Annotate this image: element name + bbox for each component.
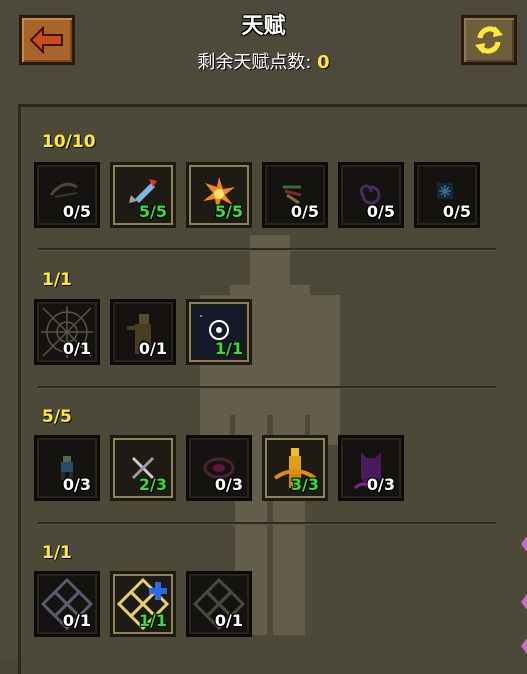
talent-points-label: 剩余天赋点数: [197,52,312,73]
talent-rank: 0/1 [138,339,167,358]
talent-slot[interactable]: 0/5 [34,162,100,228]
talent-rank: 0/5 [366,202,395,221]
talent-rank: 0/5 [442,202,471,221]
talent-slot[interactable]: 0/3 [186,435,252,501]
talent-slot[interactable]: 0/1 [186,571,252,637]
page-title: 天赋 [241,14,286,39]
tier-1-label: 10/10 [42,132,96,152]
tier-4-label: 1/1 [42,543,72,563]
talent-slot[interactable]: 0/3 [338,435,404,501]
talent-points-value: 0 [317,52,330,73]
talent-rank: 0/5 [290,202,319,221]
talent-slot[interactable]: 3/3 [262,435,328,501]
talent-rank: 5/5 [138,202,167,221]
talent-rank: 1/1 [214,339,243,358]
tier-divider [38,386,496,388]
talent-rank: 5/5 [214,202,243,221]
talent-rank: 3/3 [290,475,319,494]
tier-divider [38,248,496,250]
tier-2-label: 1/1 [42,270,72,290]
talent-rank: 1/1 [138,611,167,630]
talent-slot[interactable]: 0/1 [110,299,176,365]
side-marker-icon [521,536,527,552]
reset-talents-button[interactable] [461,15,517,65]
talent-rank: 0/3 [214,475,243,494]
talent-slot[interactable]: 0/3 [34,435,100,501]
talent-screen: 天赋 剩余天赋点数: 0 10/10 0/5 5/5 5/5 0/5 0/5 0… [0,0,527,674]
talent-rank: 0/1 [214,611,243,630]
side-marker-icon [521,638,527,654]
talent-slot[interactable]: 2/3 [110,435,176,501]
tier-divider [38,522,496,524]
talent-rank: 0/3 [62,475,91,494]
talent-slot[interactable]: 1/1 [110,571,176,637]
talent-slot[interactable]: 1/1 [186,299,252,365]
talent-rank: 0/1 [62,611,91,630]
talent-slot[interactable]: 0/5 [262,162,328,228]
talent-slot[interactable]: 0/1 [34,571,100,637]
tier-3-label: 5/5 [42,407,72,427]
talent-rank: 2/3 [138,475,167,494]
talent-slot[interactable]: 0/5 [414,162,480,228]
talent-slot[interactable]: 5/5 [186,162,252,228]
talent-points: 剩余天赋点数: 0 [0,48,527,74]
refresh-icon [475,26,503,54]
talent-slot[interactable]: 0/1 [34,299,100,365]
talent-rank: 0/5 [62,202,91,221]
talent-slot[interactable]: 0/5 [338,162,404,228]
talent-rank: 0/1 [62,339,91,358]
talent-rank: 0/3 [366,475,395,494]
talent-slot[interactable]: 5/5 [110,162,176,228]
side-marker-icon [521,594,527,610]
